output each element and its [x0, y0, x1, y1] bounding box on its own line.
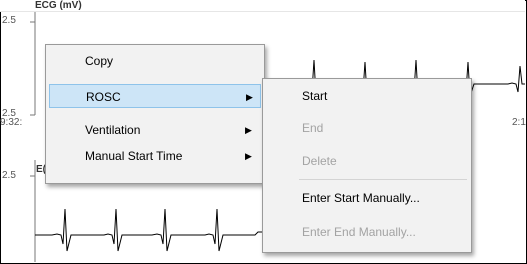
menu-item-label: ROSC: [86, 90, 121, 104]
submenu-arrow-icon: ▶: [246, 92, 253, 102]
submenu-item-start[interactable]: Start: [263, 84, 471, 108]
submenu-item-enter-start[interactable]: Enter Start Manually...: [263, 186, 471, 210]
context-menu: Copy ROSC ▶ Ventilation ▶ Manual Start T…: [45, 44, 265, 184]
submenu-arrow-icon: ▶: [245, 125, 252, 135]
menu-item-rosc[interactable]: ROSC ▶: [49, 84, 261, 108]
submenu-separator: [299, 179, 467, 180]
submenu-item-enter-end[interactable]: Enter End Manually...: [263, 220, 471, 244]
menu-item-label: Manual Start Time: [85, 149, 183, 163]
menu-item-ventilation[interactable]: Ventilation ▶: [46, 118, 264, 142]
y-tick-top: 2.5: [2, 15, 16, 26]
submenu-arrow-icon: ▶: [245, 151, 252, 161]
submenu-item-label: Enter End Manually...: [302, 225, 416, 239]
time-left: 9:32:: [0, 117, 23, 128]
time-right: 2:1: [512, 117, 526, 128]
submenu-item-delete[interactable]: Delete: [263, 149, 471, 173]
submenu-item-label: Delete: [302, 154, 337, 168]
menu-item-label: Copy: [85, 54, 114, 68]
submenu-item-label: End: [302, 121, 324, 135]
menu-item-manual-start-time[interactable]: Manual Start Time ▶: [46, 144, 264, 168]
y-tick-bottom: 2.5: [2, 170, 16, 181]
submenu-item-label: Start: [302, 89, 328, 103]
menu-item-copy[interactable]: Copy: [46, 49, 264, 73]
submenu-item-label: Enter Start Manually...: [302, 191, 420, 205]
rosc-submenu: Start End Delete Enter Start Manually...…: [262, 78, 472, 253]
submenu-item-end[interactable]: End: [263, 116, 471, 140]
menu-item-label: Ventilation: [85, 123, 141, 137]
ecg-trace-bottom: [35, 208, 262, 252]
ecg-title: ECG (mV): [35, 0, 82, 11]
